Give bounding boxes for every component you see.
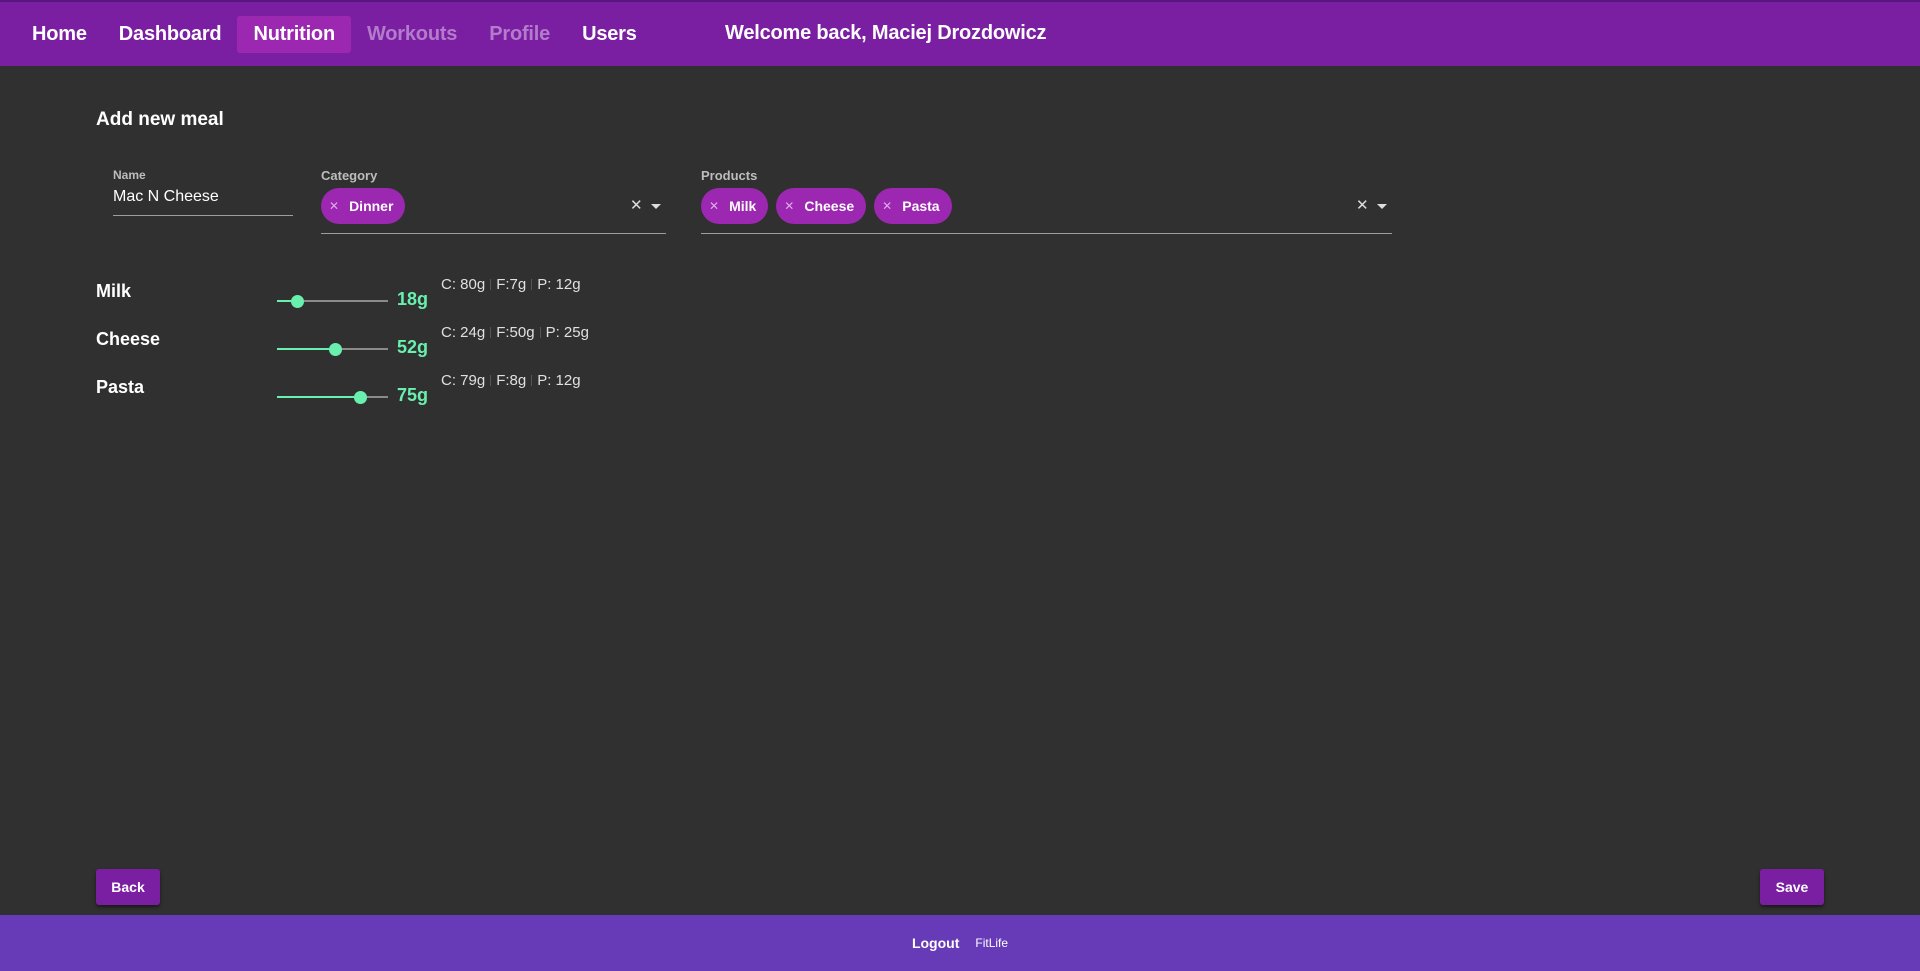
- slider-track: [277, 348, 335, 350]
- product-row-milk: Milk 18g C: 80g F:7g P: 12g: [96, 276, 696, 321]
- carbs-value: C: 79g: [441, 372, 486, 389]
- divider: [539, 327, 541, 338]
- page-title: Add new meal: [96, 109, 224, 130]
- name-field: Name: [113, 168, 293, 216]
- nav-home[interactable]: Home: [16, 16, 103, 53]
- macros: C: 79g F:8g P: 12g: [441, 372, 581, 389]
- chip-label: Dinner: [349, 198, 394, 214]
- product-chip-cheese[interactable]: ✕ Cheese: [776, 188, 867, 224]
- clear-icon[interactable]: ✕: [630, 196, 643, 214]
- chip-remove-icon[interactable]: ✕: [709, 199, 719, 213]
- chevron-down-icon[interactable]: [651, 204, 661, 209]
- main-nav: Home Dashboard Nutrition Workouts Profil…: [16, 15, 653, 53]
- product-chip-milk[interactable]: ✕ Milk: [701, 188, 769, 224]
- chip-remove-icon[interactable]: ✕: [784, 199, 794, 213]
- chip-remove-icon[interactable]: ✕: [882, 199, 892, 213]
- carbs-value: C: 24g: [441, 324, 486, 341]
- name-input[interactable]: [113, 188, 293, 206]
- fat-value: F:8g: [496, 372, 527, 389]
- products-label: Products: [701, 168, 758, 183]
- divider: [490, 327, 492, 338]
- protein-value: P: 25g: [545, 324, 589, 341]
- nav-profile[interactable]: Profile: [473, 16, 566, 53]
- product-chip-pasta[interactable]: ✕ Pasta: [874, 188, 952, 224]
- product-row-pasta: Pasta 75g C: 79g F:8g P: 12g: [96, 372, 696, 417]
- fat-value: F:7g: [496, 276, 527, 293]
- divider: [490, 279, 492, 290]
- category-chips: ✕ Dinner: [321, 188, 413, 224]
- nav-users[interactable]: Users: [566, 16, 653, 53]
- protein-value: P: 12g: [537, 276, 581, 293]
- category-chip[interactable]: ✕ Dinner: [321, 188, 406, 224]
- logout-link[interactable]: Logout: [912, 935, 959, 951]
- amount-slider[interactable]: [277, 295, 388, 308]
- welcome-message: Welcome back, Maciej Drozdowicz: [725, 22, 1047, 44]
- product-chips: ✕ Milk ✕ Cheese ✕ Pasta: [701, 188, 960, 224]
- product-name: Cheese: [96, 329, 161, 349]
- footer: Logout FitLife: [0, 915, 1920, 971]
- amount-slider[interactable]: [277, 343, 388, 356]
- name-label: Name: [113, 168, 146, 182]
- amount-value: 75g: [397, 385, 429, 405]
- chevron-down-icon[interactable]: [1377, 204, 1387, 209]
- chip-label: Pasta: [902, 198, 940, 214]
- amount-slider[interactable]: [277, 391, 388, 404]
- slider-thumb[interactable]: [290, 295, 304, 308]
- products-select[interactable]: Products ✕ Milk ✕ Cheese ✕ Pasta ✕: [701, 168, 1392, 234]
- product-name: Milk: [96, 281, 132, 301]
- category-select[interactable]: Category ✕ Dinner ✕: [321, 168, 666, 234]
- save-button[interactable]: Save: [1760, 869, 1824, 905]
- divider: [531, 375, 533, 386]
- nav-nutrition[interactable]: Nutrition: [237, 15, 351, 53]
- nav-workouts[interactable]: Workouts: [351, 16, 473, 53]
- chip-label: Milk: [729, 198, 757, 214]
- amount-value: 18g: [397, 289, 429, 309]
- slider-track: [277, 396, 361, 398]
- category-label: Category: [321, 168, 378, 183]
- product-row-cheese: Cheese 52g C: 24g F:50g P: 25g: [96, 324, 696, 369]
- chip-remove-icon[interactable]: ✕: [329, 199, 339, 213]
- macros: C: 24g F:50g P: 25g: [441, 324, 589, 341]
- chip-label: Cheese: [804, 198, 855, 214]
- divider: [531, 279, 533, 290]
- back-button[interactable]: Back: [96, 869, 160, 905]
- macros: C: 80g F:7g P: 12g: [441, 276, 581, 293]
- slider-thumb[interactable]: [354, 391, 368, 404]
- slider-thumb[interactable]: [328, 343, 342, 356]
- carbs-value: C: 80g: [441, 276, 486, 293]
- product-name: Pasta: [96, 377, 145, 397]
- nav-dashboard[interactable]: Dashboard: [103, 16, 238, 53]
- top-navbar: Home Dashboard Nutrition Workouts Profil…: [0, 0, 1920, 66]
- divider: [490, 375, 492, 386]
- fat-value: F:50g: [496, 324, 535, 341]
- protein-value: P: 12g: [537, 372, 581, 389]
- amount-value: 52g: [397, 337, 429, 357]
- clear-icon[interactable]: ✕: [1356, 196, 1369, 214]
- brand-label: FitLife: [975, 936, 1009, 950]
